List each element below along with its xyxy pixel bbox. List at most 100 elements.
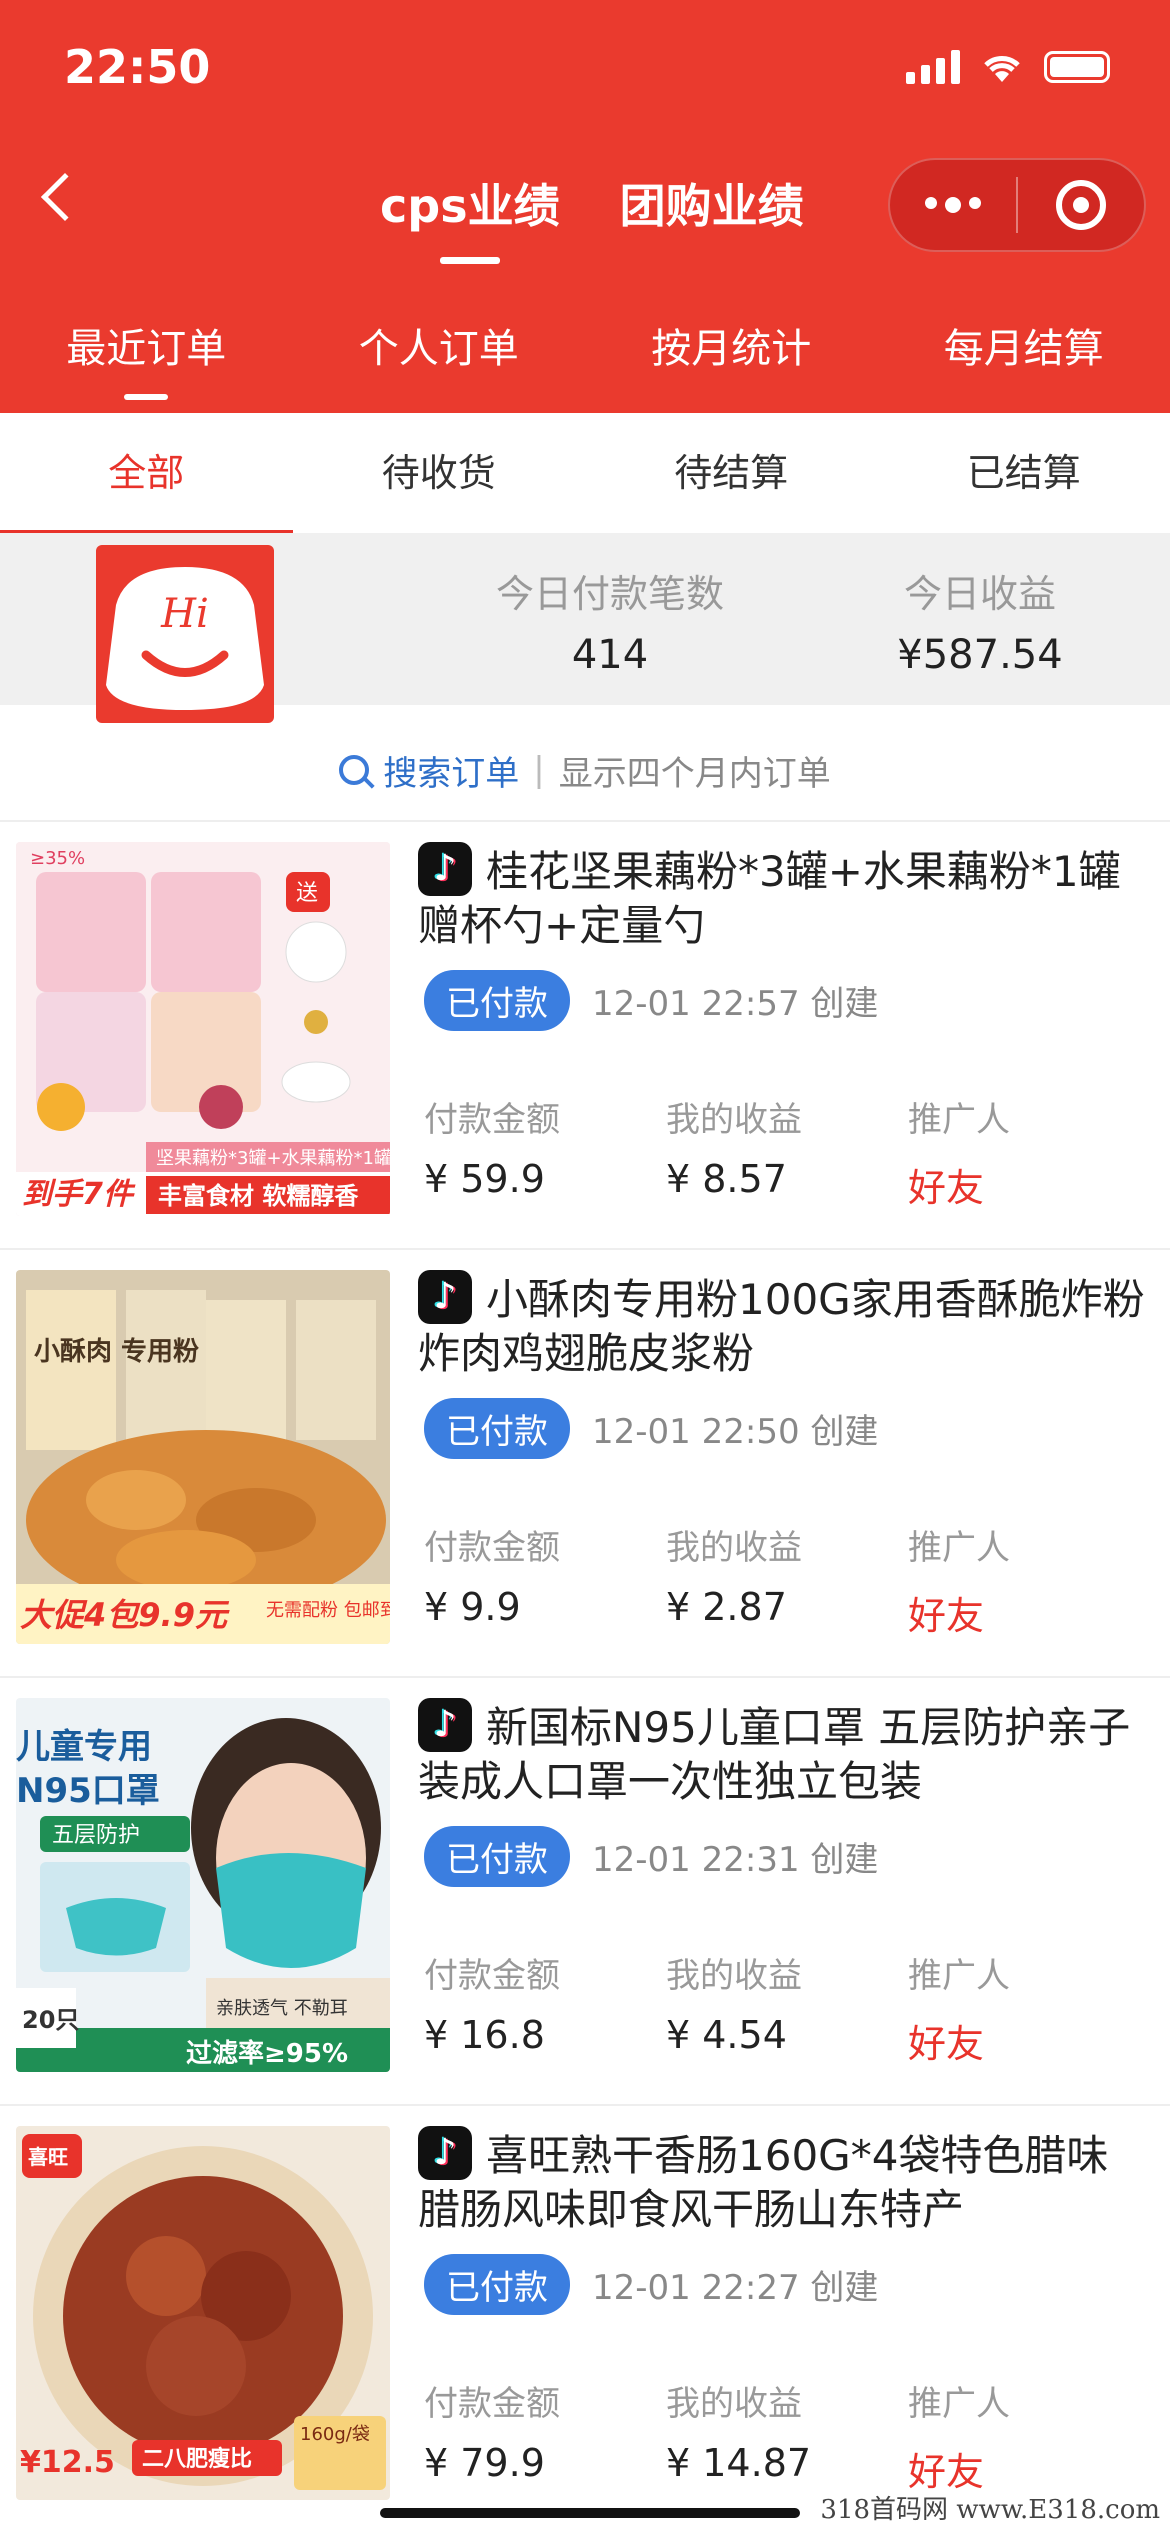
douyin-icon (418, 1270, 472, 1324)
watermark: 318首码网 www.E318.com (820, 2495, 1160, 2525)
status-badge: 已付款 (424, 2254, 570, 2315)
img-pct: ≥35% (30, 848, 85, 869)
back-icon[interactable] (40, 172, 90, 222)
more-icon[interactable] (890, 197, 1016, 213)
search-icon[interactable] (339, 755, 370, 785)
filter-settled[interactable]: 已结算 (878, 413, 1170, 533)
income-label: 今日收益 (903, 572, 1056, 616)
miniprogram-capsule (888, 158, 1146, 252)
income-value: ¥587.54 (897, 632, 1063, 678)
income-stat: 今日收益 ¥587.54 (830, 563, 1130, 678)
img-tag: 二八肥瘦比 (142, 2446, 252, 2472)
order-time: 12-01 22:27 创建 (592, 2268, 879, 2308)
product-image: 到手7件 丰富食材 软糯醇香 坚果藕粉*3罐+水果藕粉*1罐 送 ≥35% (16, 842, 390, 1216)
promoter-value: 好友 (908, 2450, 985, 2494)
douyin-icon (418, 2126, 472, 2180)
logo-text: Hi (160, 591, 209, 637)
order-title: 小酥肉专用粉100G家用香酥脆炸粉炸肉鸡翅脆皮浆粉 (418, 1270, 1148, 1381)
promoter-value: 好友 (908, 2022, 985, 2066)
search-note: 显示四个月内订单 (558, 753, 831, 794)
wifi-icon (984, 56, 1020, 82)
promoter-value: 好友 (908, 1166, 985, 1210)
promoter-label: 推广人 (908, 1528, 1010, 1568)
subtab-personal-orders[interactable]: 个人订单 (293, 316, 586, 374)
filter-pending-receipt[interactable]: 待收货 (293, 413, 586, 533)
today-summary: Hi 今日付款笔数 414 今日收益 ¥587.54 (0, 533, 1170, 723)
income-value: ¥ 14.87 (666, 2441, 812, 2485)
status-time: 22:50 (64, 40, 211, 94)
img-banner-1: 到手7件 (22, 1177, 136, 1212)
payments-value: 414 (571, 632, 649, 678)
img-brand: 喜旺 (28, 2145, 68, 2169)
amount-label: 付款金额 (424, 1528, 560, 1568)
amount-label: 付款金额 (424, 2384, 560, 2424)
status-badge: 已付款 (424, 1826, 570, 1887)
douyin-icon (418, 1698, 472, 1752)
amount-value: ¥ 9.9 (424, 1585, 521, 1629)
income-label: 我的收益 (666, 1528, 802, 1568)
order-time: 12-01 22:57 创建 (592, 984, 879, 1024)
subtab-monthly-stats[interactable]: 按月统计 (585, 316, 878, 374)
close-target-icon[interactable] (1018, 180, 1144, 230)
amount-value: ¥ 79.9 (424, 2441, 545, 2485)
promoter-value: 好友 (908, 1594, 985, 1638)
img-banner-2: 丰富食材 软糯醇香 (158, 1182, 359, 1210)
img-weight: 160g/袋 (300, 2424, 370, 2445)
status-icons (906, 50, 1110, 84)
income-value: ¥ 2.87 (666, 1585, 787, 1629)
img-tag: 五层防护 (52, 1823, 140, 1848)
img-pack: 小酥肉 专用粉 (34, 1337, 199, 1367)
home-indicator[interactable] (380, 2508, 800, 2518)
status-badge: 已付款 (424, 1398, 570, 1459)
income-value: ¥ 8.57 (666, 1157, 787, 1201)
order-title: 桂花坚果藕粉*3罐+水果藕粉*1罐赠杯勺+定量勺 (418, 842, 1148, 953)
battery-icon (1044, 51, 1110, 83)
income-value: ¥ 4.54 (666, 2013, 787, 2057)
app-logo: Hi (96, 545, 274, 723)
promoter-label: 推广人 (908, 1956, 1010, 1996)
amount-label: 付款金额 (424, 1956, 560, 1996)
img-banner-1: 儿童专用 (16, 1727, 152, 1767)
order-card[interactable]: 小酥肉 专用粉 大促4包9.9元 无需配粉 包邮到家 小酥肉专用粉100G家用香… (0, 1248, 1170, 1673)
signal-icon (906, 50, 960, 84)
amount-value: ¥ 16.8 (424, 2013, 545, 2057)
img-strip: 过滤率≥95% (186, 2038, 348, 2069)
status-badge: 已付款 (424, 970, 570, 1031)
amount-value: ¥ 59.9 (424, 1157, 545, 1201)
sub-nav: 最近订单 个人订单 按月统计 每月结算 (0, 316, 1170, 400)
img-tag: 送 (296, 881, 318, 906)
img-strip: 坚果藕粉*3罐+水果藕粉*1罐 (156, 1148, 390, 1169)
filter-tabs: 全部 待收货 待结算 已结算 (0, 413, 1170, 533)
order-card[interactable]: 喜旺 ¥12.5 二八肥瘦比 160g/袋 喜旺熟干香肠160G*4袋特色腊味腊… (0, 2104, 1170, 2529)
order-card[interactable]: 儿童专用 N95口罩 五层防护 亲肤透气 不勒耳 20只 过滤率≥95% 新国标… (0, 1676, 1170, 2101)
search-orders-link[interactable]: 搜索订单 (383, 746, 519, 795)
payments-stat: 今日付款笔数 414 (460, 563, 760, 678)
income-label: 我的收益 (666, 2384, 802, 2424)
amount-label: 付款金额 (424, 1100, 560, 1140)
order-time: 12-01 22:31 创建 (592, 1840, 879, 1880)
douyin-icon (418, 842, 472, 896)
filter-all[interactable]: 全部 (0, 413, 293, 533)
income-label: 我的收益 (666, 1956, 802, 1996)
img-price: ¥12.5 (20, 2445, 115, 2480)
subtab-monthly-settle[interactable]: 每月结算 (878, 316, 1170, 374)
img-banner-2: 无需配粉 包邮到家 (266, 1600, 390, 1621)
promoter-label: 推广人 (908, 1100, 1010, 1140)
img-banner-2: N95口罩 (16, 1771, 160, 1811)
order-time: 12-01 22:50 创建 (592, 1412, 879, 1452)
product-image: 小酥肉 专用粉 大促4包9.9元 无需配粉 包邮到家 (16, 1270, 390, 1644)
order-title: 新国标N95儿童口罩 五层防护亲子装成人口罩一次性独立包装 (418, 1698, 1148, 1809)
promoter-label: 推广人 (908, 2384, 1010, 2424)
tab-cps[interactable]: cps业绩 (380, 170, 560, 264)
product-image: 喜旺 ¥12.5 二八肥瘦比 160g/袋 (16, 2126, 390, 2500)
product-image: 儿童专用 N95口罩 五层防护 亲肤透气 不勒耳 20只 过滤率≥95% (16, 1698, 390, 2072)
tab-group-buy[interactable]: 团购业绩 (620, 170, 804, 236)
order-card[interactable]: 到手7件 丰富食材 软糯醇香 坚果藕粉*3罐+水果藕粉*1罐 送 ≥35% 桂花… (0, 820, 1170, 1245)
app-header: 22:50 cps业绩 团购业绩 最近订单 个人订单 按月统计 每月结算 (0, 0, 1170, 413)
filter-pending-settle[interactable]: 待结算 (585, 413, 878, 533)
payments-label: 今日付款笔数 (495, 572, 724, 616)
search-bar: 搜索订单 | 显示四个月内订单 (0, 725, 1170, 815)
search-divider: | (533, 750, 545, 790)
subtab-recent-orders[interactable]: 最近订单 (0, 316, 293, 400)
income-label: 我的收益 (666, 1100, 802, 1140)
